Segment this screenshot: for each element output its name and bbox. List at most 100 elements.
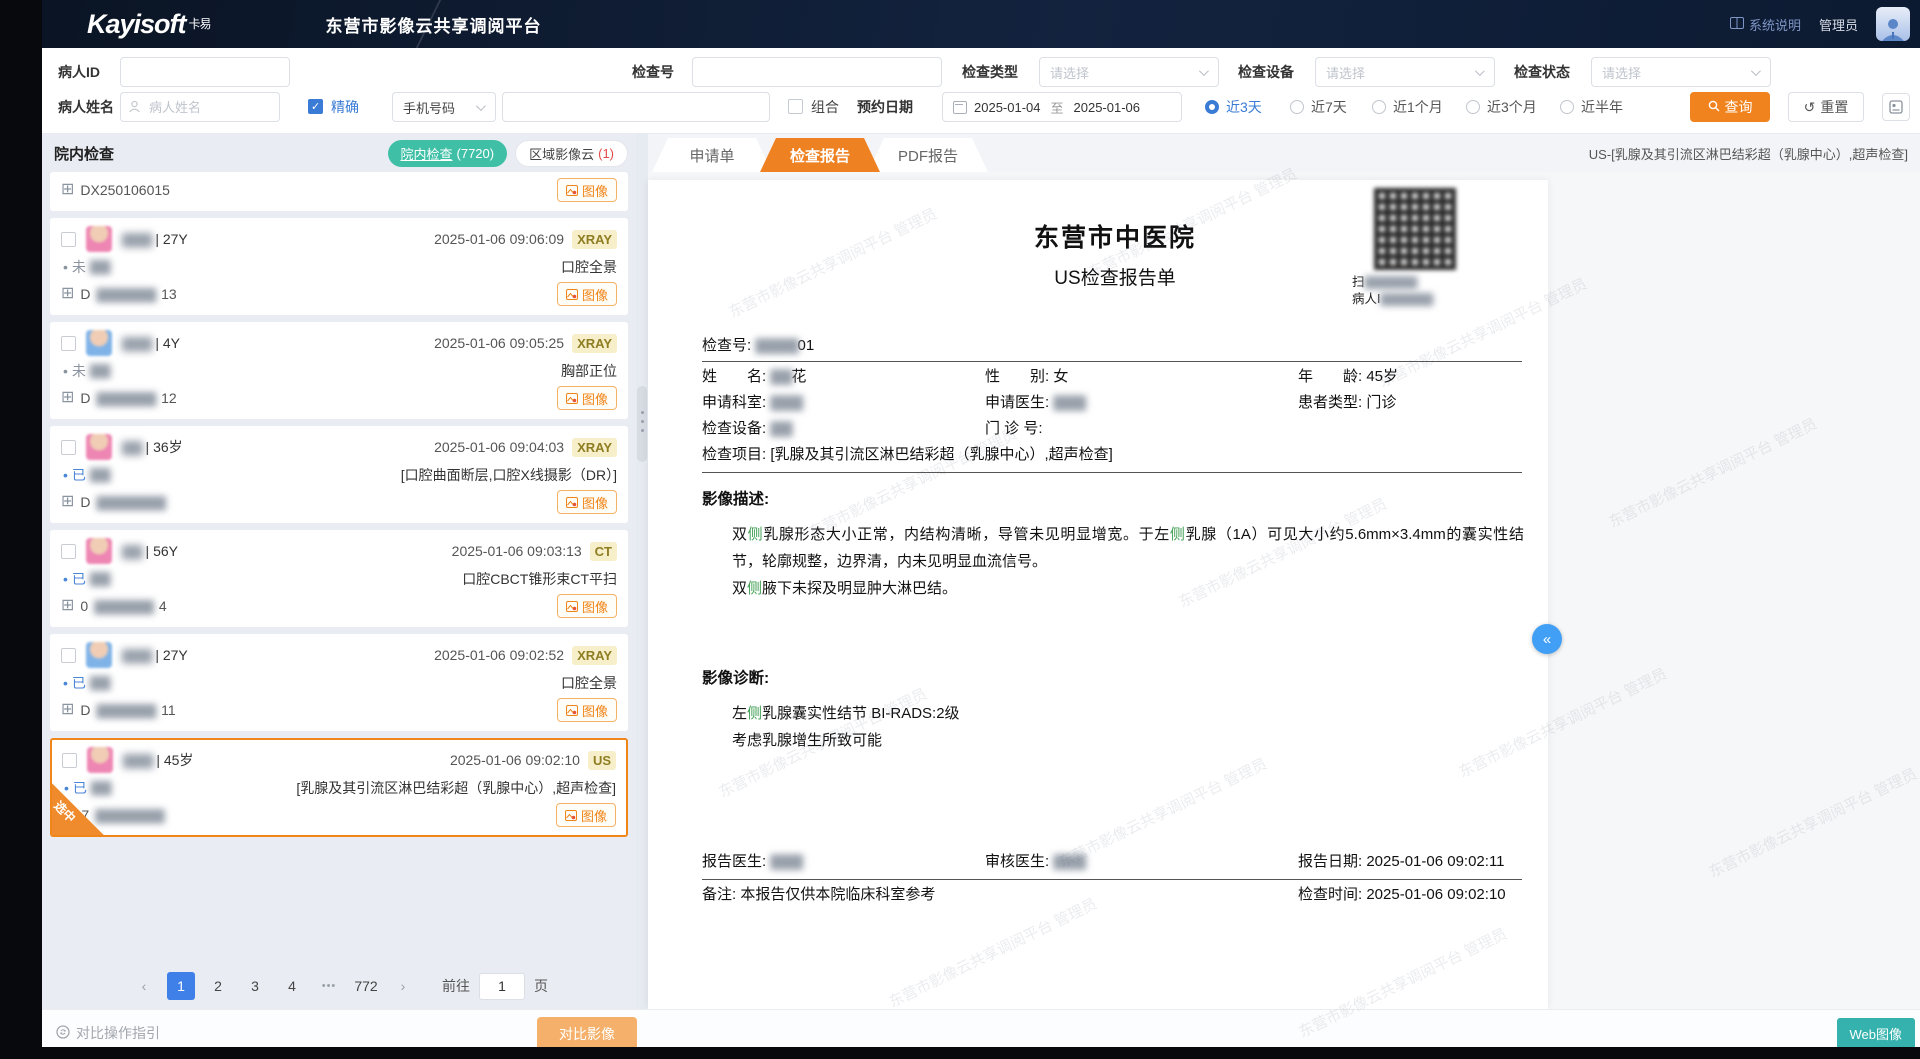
page-button-1[interactable]: 1 xyxy=(167,972,195,1000)
qr-code-image xyxy=(1374,188,1456,270)
exam-device-label: 检查设备 xyxy=(1238,57,1294,87)
modality-badge: XRAY xyxy=(572,334,617,353)
item-checkbox[interactable] xyxy=(61,648,76,663)
pages-ellipsis[interactable]: ••• xyxy=(315,972,343,1000)
layout-switch-button[interactable] xyxy=(1882,93,1910,121)
search-button[interactable]: 查询 xyxy=(1690,92,1770,122)
tab-pdf-report[interactable]: PDF报告 xyxy=(868,138,988,172)
patient-name: ▇▇| 56Y xyxy=(122,543,178,560)
tab-regional-cloud[interactable]: 区域影像云(1) xyxy=(515,140,628,167)
patient-name-input[interactable] xyxy=(120,92,280,122)
description-title: 影像描述: xyxy=(702,487,1528,509)
chevron-down-icon xyxy=(1199,66,1209,76)
item-checkbox[interactable] xyxy=(61,336,76,351)
exam-type-label: 检查类型 xyxy=(962,57,1018,87)
exam-list-item-partial[interactable]: ⊞DX250106015 图像 xyxy=(50,172,628,211)
radio-last1month[interactable] xyxy=(1372,100,1386,114)
patient-avatar xyxy=(86,434,112,460)
goto-page-input[interactable] xyxy=(479,973,525,1000)
patient-id-input[interactable] xyxy=(120,57,290,87)
exam-description: [乳腺及其引流区淋巴结彩超（乳腺中心）,超声检查] xyxy=(296,778,616,798)
date-label: 预约日期 xyxy=(857,92,913,122)
exam-list-item[interactable]: ▇▇▇| 4Y 2025-01-06 09:05:25 XRAY •未▇▇ 胸部… xyxy=(50,322,628,419)
exam-list-item[interactable]: ▇▇▇| 27Y 2025-01-06 09:02:52 XRAY •已▇▇ 口… xyxy=(50,634,628,731)
exam-type-select[interactable]: 请选择 xyxy=(1039,57,1219,87)
modality-badge: XRAY xyxy=(572,230,617,249)
item-checkbox[interactable] xyxy=(62,753,77,768)
last3days-label[interactable]: 近3天 xyxy=(1226,92,1262,122)
view-image-button[interactable]: 图像 xyxy=(557,490,617,514)
exam-datetime: 2025-01-06 09:04:03 xyxy=(434,439,564,455)
reset-button[interactable]: ↺ 重置 xyxy=(1788,92,1864,122)
kayisoft-logo: Kayisoft卡易 xyxy=(87,9,211,40)
exam-description: [口腔曲面断层,口腔X线摄影（DR）] xyxy=(401,465,617,485)
next-page-button[interactable]: › xyxy=(389,972,417,1000)
selected-ribbon: 选中 xyxy=(50,781,106,837)
radio-last7days[interactable] xyxy=(1290,100,1304,114)
combine-checkbox[interactable] xyxy=(788,99,803,114)
app-window: Kayisoft卡易 东营市影像云共享调阅平台 系统说明 管理员 病人ID 检查… xyxy=(42,0,1920,1047)
item-checkbox[interactable] xyxy=(61,544,76,559)
view-image-button[interactable]: 图像 xyxy=(557,178,617,202)
phone-select[interactable]: 手机号码 xyxy=(392,92,496,122)
radio-last6months[interactable] xyxy=(1560,100,1574,114)
exam-list-item[interactable]: ▇▇| 56Y 2025-01-06 09:03:13 CT •已▇▇ 口腔CB… xyxy=(50,530,628,627)
user-avatar[interactable] xyxy=(1876,7,1910,41)
compare-images-button[interactable]: 对比影像 xyxy=(537,1017,637,1047)
top-navbar: Kayisoft卡易 东营市影像云共享调阅平台 系统说明 管理员 xyxy=(42,0,1920,48)
tab-exam-report[interactable]: 检查报告 xyxy=(760,138,880,172)
radio-last3days[interactable] xyxy=(1205,100,1219,114)
exam-id: ⊞D▇▇▇▇▇▇11 xyxy=(61,702,176,719)
pagination: ‹ 1 2 3 4 ••• 772 › 前往 页 xyxy=(50,963,628,1009)
modality-badge: CT xyxy=(590,542,617,561)
exam-id: ⊞DX250106015 xyxy=(61,182,170,198)
patient-avatar xyxy=(87,747,113,773)
tab-hospital-exams[interactable]: 院内检查(7720) xyxy=(388,140,508,167)
tab-application-form[interactable]: 申请单 xyxy=(652,138,772,172)
chevron-down-icon xyxy=(1751,66,1761,76)
page-button-2[interactable]: 2 xyxy=(204,972,232,1000)
phone-input[interactable] xyxy=(502,92,770,122)
film-icon: ⊞ xyxy=(61,494,74,510)
page-button-last[interactable]: 772 xyxy=(352,972,380,1000)
patient-row-2: 申请科室: ▇▇▇ 申请医生: ▇▇▇ 患者类型: 门诊 xyxy=(702,391,1528,414)
page-button-3[interactable]: 3 xyxy=(241,972,269,1000)
view-image-button[interactable]: 图像 xyxy=(557,282,617,306)
compare-guide-link[interactable]: 对比操作指引 xyxy=(56,1023,160,1043)
view-image-button[interactable]: 图像 xyxy=(557,698,617,722)
item-checkbox[interactable] xyxy=(61,232,76,247)
exam-list-item[interactable]: ▇▇| 36岁 2025-01-06 09:04:03 XRAY •已▇▇ [口… xyxy=(50,426,628,523)
report-tabbar: 申请单 检查报告 PDF报告 US-[乳腺及其引流区淋巴结彩超（乳腺中心）,超声… xyxy=(648,134,1920,172)
last3months-label[interactable]: 近3个月 xyxy=(1487,92,1537,122)
page-button-4[interactable]: 4 xyxy=(278,972,306,1000)
exact-checkbox[interactable] xyxy=(308,99,323,114)
prev-page-button[interactable]: ‹ xyxy=(130,972,158,1000)
patient-id-label: 病人ID xyxy=(58,57,100,87)
patient-row-1: 姓 名: ▇▇花 性 别: 女 年 龄: 45岁 xyxy=(702,365,1528,388)
web-image-button[interactable]: Web图像 xyxy=(1837,1018,1916,1047)
exam-status-select[interactable]: 请选择 xyxy=(1591,57,1771,87)
exam-list-item-selected[interactable]: ▇▇▇| 45岁 2025-01-06 09:02:10 US •已▇▇ [乳腺… xyxy=(50,738,628,837)
view-image-button[interactable]: 图像 xyxy=(557,386,617,410)
radio-last3months[interactable] xyxy=(1466,100,1480,114)
date-range-picker[interactable]: 2025-01-04至2025-01-06 xyxy=(942,92,1182,122)
collapse-panel-button[interactable]: « xyxy=(1532,624,1562,654)
report-document: 东营市中医院 US检查报告单 扫▇▇▇▇▇▇ 病人I▇▇▇▇▇▇ 检查号: ▇▇… xyxy=(648,180,1548,1009)
splitter-grip-icon[interactable] xyxy=(637,386,647,462)
exam-list-item[interactable]: ▇▇▇| 27Y 2025-01-06 09:06:09 XRAY •未▇▇ 口… xyxy=(50,218,628,315)
exam-no-input[interactable] xyxy=(692,57,942,87)
system-help-link[interactable]: 系统说明 xyxy=(1730,15,1801,34)
last7days-label[interactable]: 近7天 xyxy=(1311,92,1347,122)
exam-device-select[interactable]: 请选择 xyxy=(1315,57,1495,87)
last1month-label[interactable]: 近1个月 xyxy=(1393,92,1443,122)
divider-line xyxy=(702,472,1522,473)
exam-datetime: 2025-01-06 09:02:10 xyxy=(450,752,580,768)
last6months-label[interactable]: 近半年 xyxy=(1581,92,1623,122)
view-image-button[interactable]: 图像 xyxy=(556,803,616,827)
filter-row-1: 病人ID 检查号 检查类型 请选择 检查设备 请选择 检查状态 请选择 xyxy=(42,57,1920,89)
view-image-button[interactable]: 图像 xyxy=(557,594,617,618)
item-checkbox[interactable] xyxy=(61,440,76,455)
patient-avatar xyxy=(86,226,112,252)
filter-bar: 病人ID 检查号 检查类型 请选择 检查设备 请选择 检查状态 请选择 病人姓名… xyxy=(42,48,1920,134)
panel-splitter[interactable] xyxy=(636,134,648,1009)
